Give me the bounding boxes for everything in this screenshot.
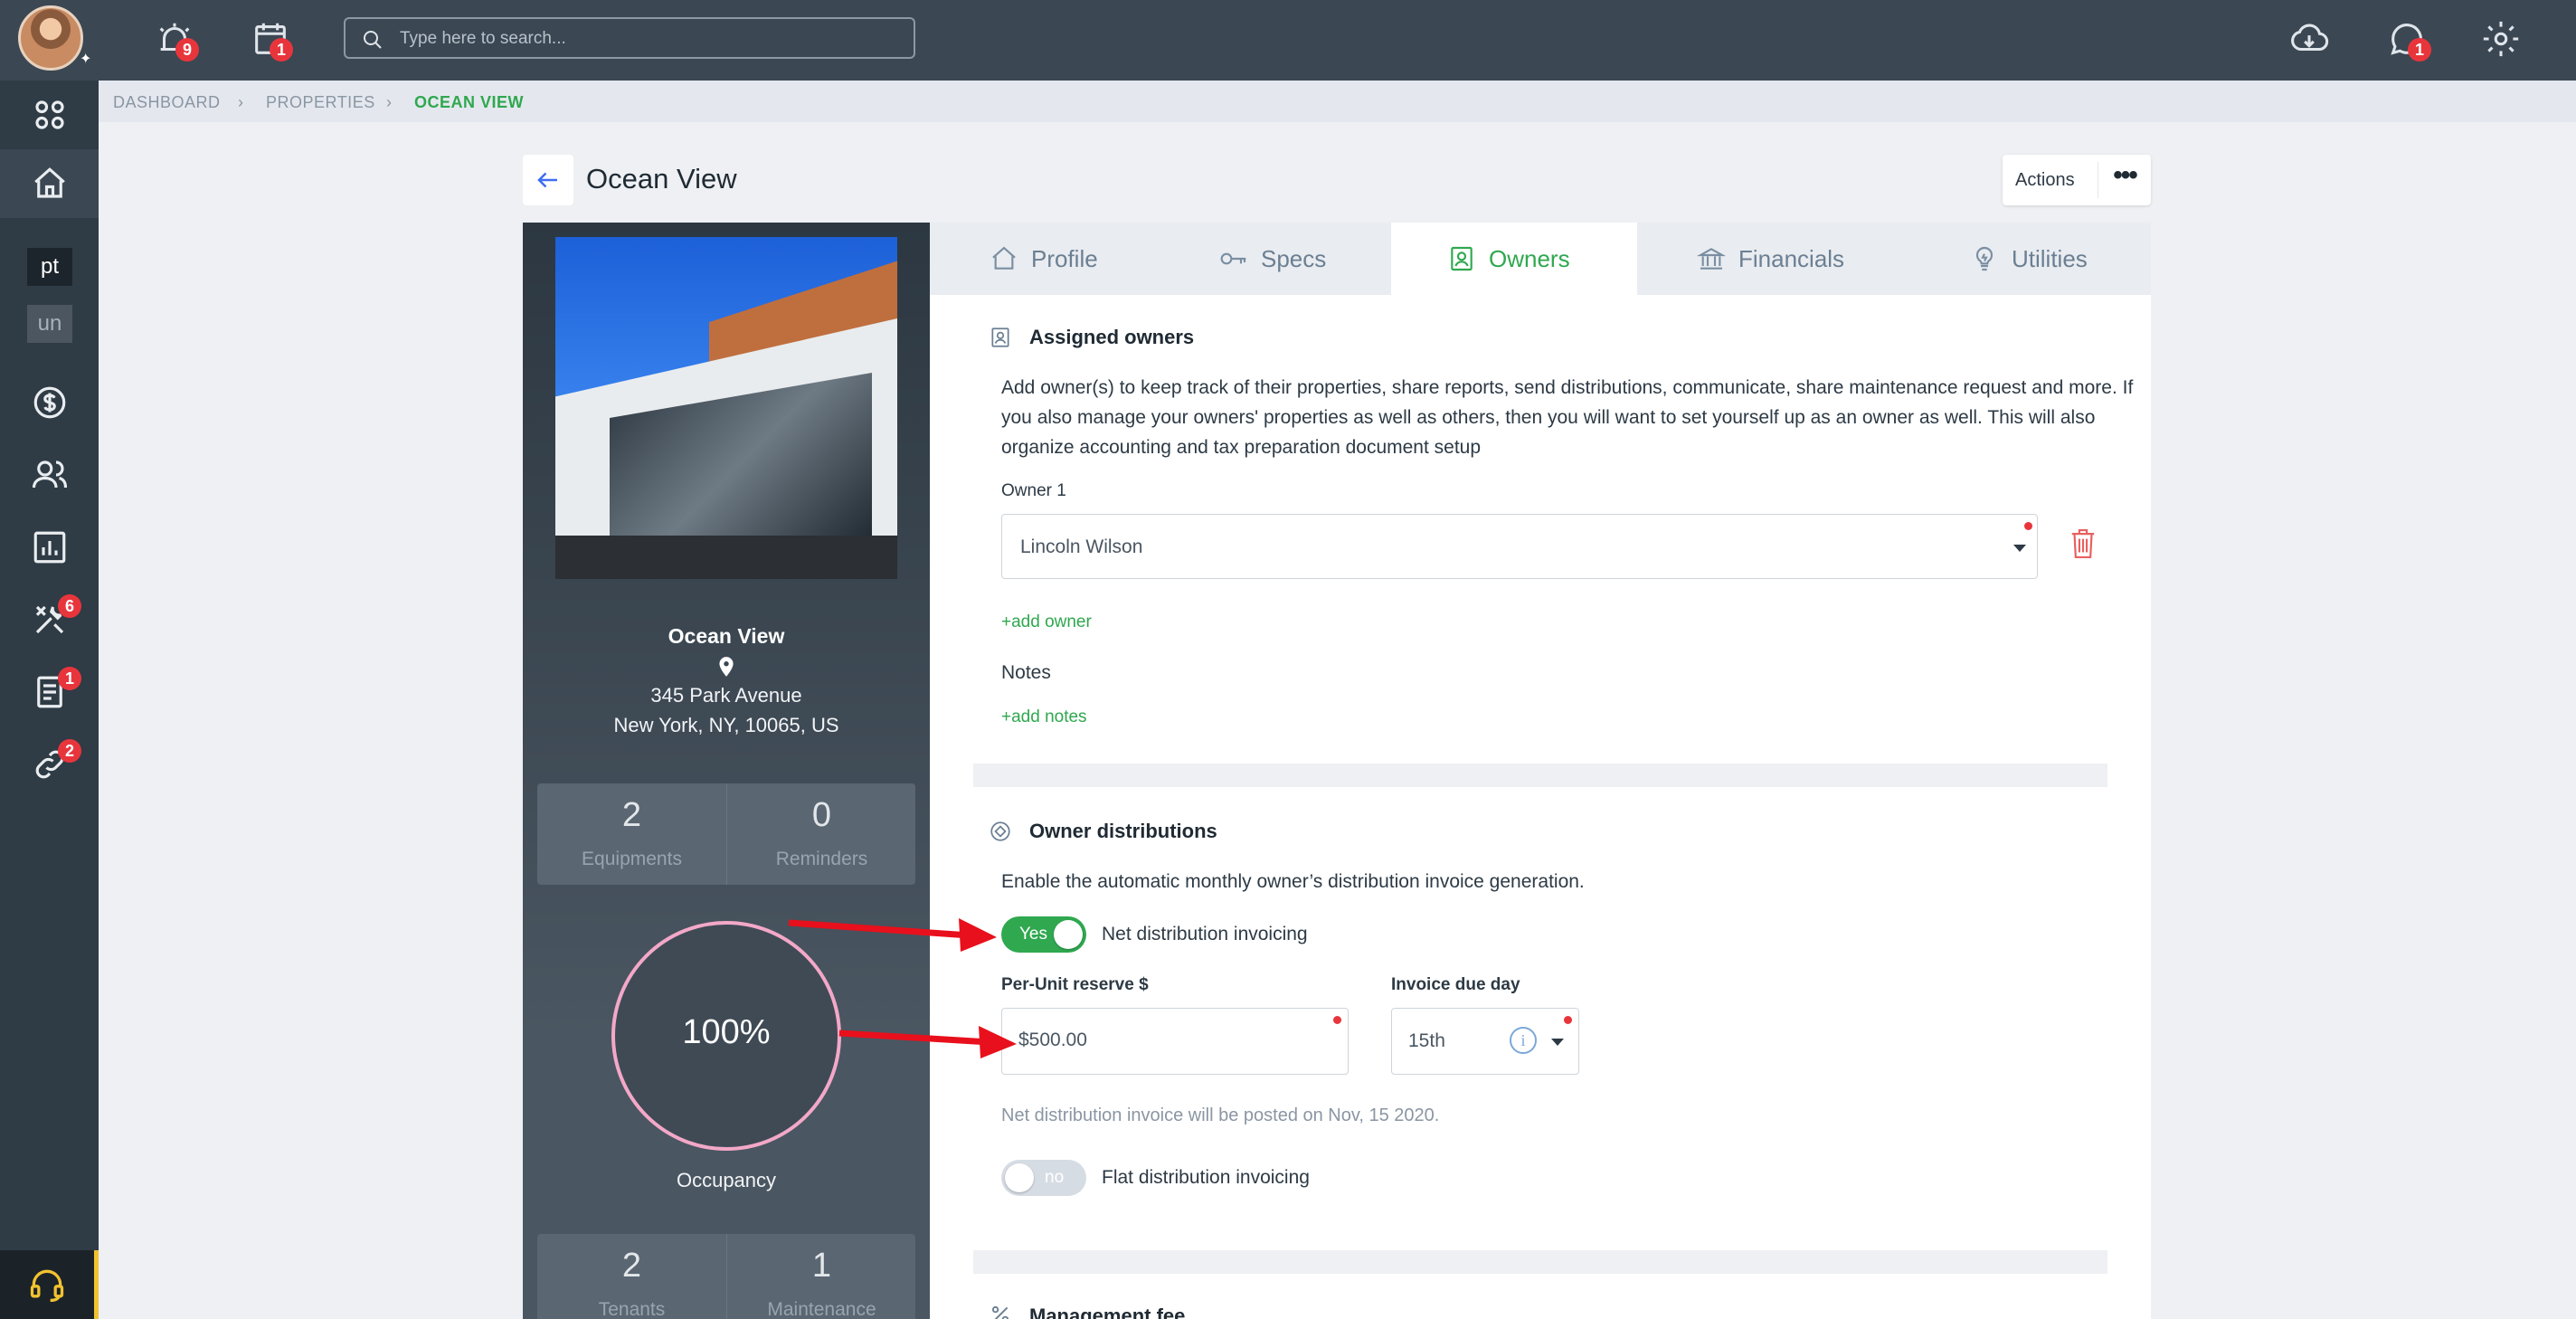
arrow-to-toggle: [788, 918, 997, 952]
arrow-to-reserve: [838, 1026, 1017, 1058]
annotation-arrows: [788, 918, 1017, 1058]
